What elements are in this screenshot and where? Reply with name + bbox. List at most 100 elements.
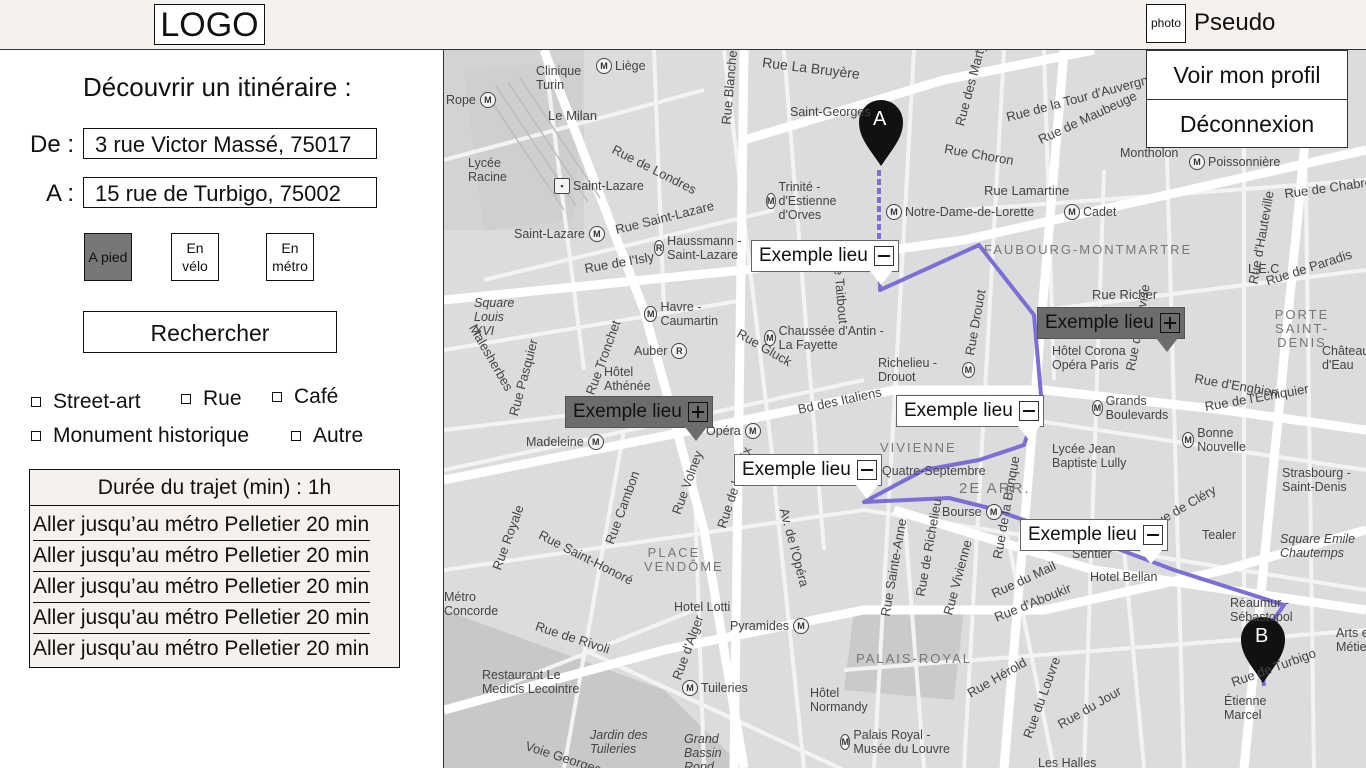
metro-icon: M [1092, 400, 1103, 416]
remove-place-button[interactable] [873, 246, 894, 266]
metro-icon: M [644, 306, 658, 322]
filter-monument[interactable]: Monument historique [31, 423, 249, 449]
route-step[interactable]: Aller jusqu’au métro Pelletier 20 min [30, 634, 399, 665]
poi[interactable]: Tealer [1202, 528, 1236, 542]
metro-station[interactable]: Madeleine M [526, 434, 607, 450]
place-label: Exemple lieu [1028, 524, 1137, 545]
remove-place-button[interactable] [1142, 525, 1163, 545]
filter-rue[interactable]: Rue [181, 386, 242, 412]
metro-station[interactable]: M Poissonnière [1189, 154, 1280, 170]
park-label: Jardin des Tuileries [590, 728, 648, 756]
metro-station[interactable]: M Liège [596, 58, 646, 74]
user-photo[interactable]: photo [1146, 4, 1186, 43]
poi[interactable]: Strasbourg - Saint-Denis [1282, 466, 1362, 494]
metro-station[interactable]: M Havre - Caumartin [644, 300, 744, 328]
metro-station[interactable]: M Trinité - d'Estienne d'Orves [766, 180, 846, 222]
view-profile-item[interactable]: Voir mon profil [1147, 51, 1347, 100]
remove-place-button[interactable] [1018, 401, 1039, 421]
poi[interactable]: Hotel Lotti [674, 600, 730, 614]
place-card[interactable]: Exemple lieu [1020, 519, 1168, 551]
place-card[interactable]: Exemple lieu [734, 454, 882, 486]
place-card-pointer [1140, 550, 1162, 564]
mode-bike-button[interactable]: En vélo [171, 233, 219, 281]
metro-station[interactable]: M Bonne Nouvelle [1182, 426, 1262, 454]
checkbox[interactable] [272, 392, 282, 402]
filter-cafe[interactable]: Café [272, 384, 338, 410]
poi[interactable]: Arts et Métiers [1336, 626, 1366, 654]
poi[interactable]: ▪ Saint-Lazare [554, 178, 644, 194]
add-place-button[interactable] [1159, 313, 1180, 333]
user-pseudo[interactable]: Pseudo [1194, 8, 1275, 38]
poi[interactable]: Château d'Eau [1322, 344, 1366, 372]
street-label: Le Milan [548, 108, 598, 123]
poi[interactable]: Hôtel Normandy [810, 686, 868, 714]
place-label: Exemple lieu [904, 400, 1013, 421]
poi[interactable]: Lycée Racine [468, 156, 508, 184]
logout-item[interactable]: Déconnexion [1147, 100, 1347, 148]
metro-station[interactable]: Bourse M [942, 504, 1005, 520]
from-input[interactable]: 3 rue Victor Massé, 75017 [83, 128, 377, 159]
checkbox[interactable] [181, 394, 191, 404]
poi[interactable]: Étienne Marcel [1224, 694, 1274, 722]
add-place-button[interactable] [687, 402, 708, 422]
to-input[interactable]: 15 rue de Turbigo, 75002 [83, 177, 377, 208]
mode-metro-button[interactable]: En métro [266, 233, 314, 281]
metro-station[interactable]: M Tuileries [682, 680, 748, 696]
metro-station[interactable]: Richelieu - Drouot M [878, 356, 978, 384]
metro-icon: M [1064, 204, 1080, 220]
checkbox[interactable] [31, 397, 41, 407]
checkbox[interactable] [291, 431, 301, 441]
poi[interactable]: Lycée Jean Baptiste Lully [1052, 442, 1142, 470]
poi[interactable]: Clinique Turin [536, 64, 586, 92]
marker-start-label[interactable]: A [873, 108, 886, 131]
park-label: Square Louis XVI [474, 296, 515, 338]
route-step[interactable]: Aller jusqu’au métro Pelletier 20 min [30, 541, 399, 572]
poi[interactable]: Montholon [1120, 146, 1180, 160]
metro-station[interactable]: Pyramides M [730, 618, 812, 634]
poi[interactable]: Les Halles [1038, 756, 1096, 768]
place-card-pointer [870, 271, 892, 285]
poi[interactable]: Quatre-Septembre [882, 464, 986, 478]
rer-icon: R [654, 240, 665, 256]
poi[interactable]: Restaurant Le Medicis Lecointre [482, 668, 582, 696]
remove-place-button[interactable] [856, 460, 877, 480]
place-card[interactable]: Exemple lieu [1037, 307, 1185, 339]
to-label: A : [46, 180, 75, 207]
filter-autre[interactable]: Autre [291, 423, 363, 449]
poi[interactable]: L.E.C [1248, 262, 1279, 276]
poi[interactable]: Hôtel Corona Opéra Paris [1052, 344, 1142, 372]
rer-station[interactable]: R Haussmann - Saint-Lazare [654, 234, 754, 262]
place-card[interactable]: Exemple lieu [896, 395, 1044, 427]
checkbox[interactable] [31, 431, 41, 441]
poi[interactable]: Métro Concorde [444, 590, 514, 618]
metro-station[interactable]: M Notre-Dame-de-Lorette [886, 204, 1034, 220]
route-step[interactable]: Aller jusqu’au métro Pelletier 20 min [30, 510, 399, 541]
rer-station[interactable]: Auber R [634, 343, 690, 359]
route-step[interactable]: Aller jusqu’au métro Pelletier 20 min [30, 572, 399, 603]
metro-station[interactable]: M Grands Boulevards [1092, 394, 1172, 422]
mode-walk-button[interactable]: A pied [84, 233, 132, 281]
district-label: VIVIENNE [880, 440, 957, 455]
search-button[interactable]: Rechercher [83, 311, 337, 353]
metro-station[interactable]: M Cadet [1064, 204, 1116, 220]
poi[interactable]: Hotel Bellan [1090, 570, 1157, 584]
logo[interactable]: LOGO [154, 4, 265, 45]
metro-station[interactable]: M Chaussée d'Antin - La Fayette [764, 324, 894, 352]
metro-station[interactable]: M Palais Royal - Musée du Louvre [840, 728, 960, 756]
place-card-pointer [1018, 426, 1040, 440]
route-step[interactable]: Aller jusqu’au métro Pelletier 20 min [30, 603, 399, 634]
metro-station[interactable]: Opéra M [706, 423, 764, 439]
place-card[interactable]: Exemple lieu [565, 396, 713, 428]
poi[interactable]: Saint-Georges [790, 105, 871, 119]
place-card[interactable]: Exemple lieu [751, 240, 899, 272]
metro-icon: M [1189, 154, 1205, 170]
poi[interactable]: Hôtel Athénée [604, 365, 654, 393]
map[interactable]: A B Rue La Bruyère Rue des Martyrs Rue d… [444, 50, 1366, 768]
filter-street-art[interactable]: Street-art [31, 389, 141, 415]
poi[interactable]: Réaumur - Sébastopol [1230, 596, 1293, 624]
metro-station[interactable]: Saint-Lazare M [514, 226, 608, 242]
poi[interactable]: Rope M [446, 92, 499, 108]
marker-end-label[interactable]: B [1255, 625, 1268, 648]
duration-title: Durée du trajet (min) : 1h [30, 470, 399, 506]
park-label: Square Emile Chautemps [1280, 532, 1356, 560]
